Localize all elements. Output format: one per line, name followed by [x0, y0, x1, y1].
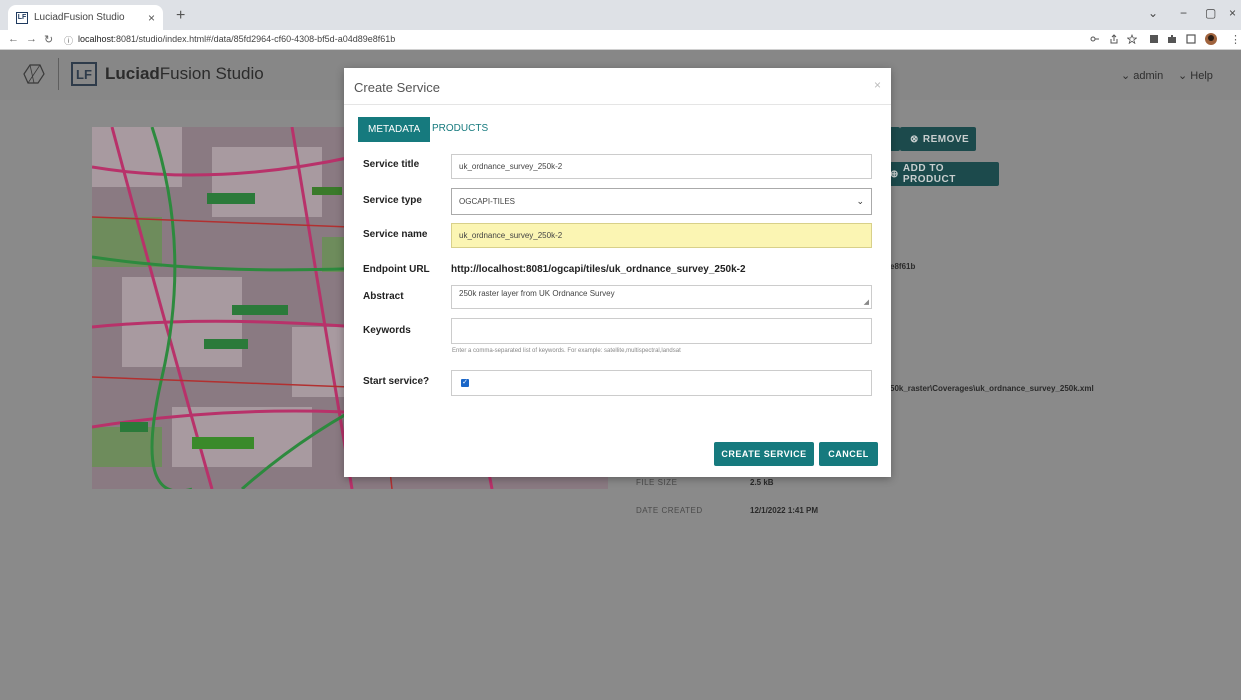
service-title-label: Service title	[363, 159, 420, 170]
tab-title: LuciadFusion Studio	[34, 12, 125, 23]
url-host: localhost	[78, 34, 114, 44]
sidebar-icon[interactable]	[1186, 34, 1196, 44]
service-name-label: Service name	[363, 229, 428, 240]
remove-label: REMOVE	[922, 133, 970, 145]
abstract-value: 250k raster layer from UK Ordnance Surve…	[459, 289, 615, 298]
id-fragment: e8f61b	[890, 262, 916, 271]
tab-close-icon[interactable]: ×	[148, 11, 155, 25]
app-title-rest: Fusion Studio	[159, 64, 264, 83]
endpoint-url-label: Endpoint URL	[363, 264, 430, 275]
file-size-value: 2.5 kB	[750, 478, 774, 487]
address-bar: ← → ↻ ⓘ localhost:8081/studio/index.html…	[0, 30, 1241, 50]
browser-menu-icon[interactable]: ⋮	[1230, 33, 1241, 46]
path-fragment: 50k_raster\Coverages\uk_ordnance_survey_…	[890, 384, 1094, 393]
url-field[interactable]: localhost:8081/studio/index.html#/data/8…	[78, 34, 395, 44]
browser-tab[interactable]: LF LuciadFusion Studio ×	[8, 5, 163, 30]
add-to-product-button: ⊕ ADD TO PRODUCT	[880, 162, 999, 186]
keywords-input[interactable]	[451, 318, 872, 344]
header-divider	[58, 58, 59, 90]
browser-tab-bar: LF LuciadFusion Studio × + ⌄ − ▢ ×	[0, 0, 1241, 30]
create-service-dialog: Create Service × METADATA PRODUCTS Servi…	[344, 68, 891, 477]
site-info-icon[interactable]: ⓘ	[64, 34, 73, 47]
admin-menu[interactable]: ⌄ admin	[1121, 69, 1163, 82]
endpoint-url-value: http://localhost:8081/ogcapi/tiles/uk_or…	[451, 264, 746, 275]
lf-logo: LF	[71, 62, 97, 86]
minimize-icon[interactable]: −	[1180, 6, 1187, 20]
tab-metadata[interactable]: METADATA	[358, 117, 431, 142]
add-icon: ⊕	[890, 168, 899, 180]
remove-button: ⊗ REMOVE	[900, 127, 976, 151]
service-title-value: uk_ordnance_survey_250k-2	[459, 162, 563, 171]
puzzle-icon[interactable]	[1167, 34, 1177, 44]
close-window-icon[interactable]: ×	[1229, 6, 1236, 20]
bookmark-star-icon[interactable]	[1127, 34, 1137, 44]
profile-avatar-icon[interactable]	[1205, 33, 1217, 45]
dialog-divider	[344, 104, 891, 105]
date-created-label: DATE CREATED	[636, 506, 703, 515]
service-title-input[interactable]: uk_ordnance_survey_250k-2	[451, 154, 872, 179]
keywords-label: Keywords	[363, 325, 411, 336]
service-name-value: uk_ordnance_survey_250k-2	[459, 231, 563, 240]
service-type-label: Service type	[363, 195, 422, 206]
chevron-down-icon: ⌄	[856, 196, 864, 206]
back-icon[interactable]: ←	[8, 33, 19, 45]
service-name-input[interactable]: uk_ordnance_survey_250k-2	[451, 223, 872, 248]
service-type-select[interactable]: OGCAPI-TILES ⌄	[451, 188, 872, 215]
keywords-hint: Enter a comma-separated list of keywords…	[452, 348, 681, 354]
add-to-product-label: ADD TO PRODUCT	[902, 163, 956, 185]
maximize-icon[interactable]: ▢	[1205, 6, 1216, 20]
forward-icon[interactable]: →	[26, 33, 37, 45]
service-type-value: OGCAPI-TILES	[459, 197, 516, 206]
tab-search-icon[interactable]: ⌄	[1148, 6, 1158, 20]
start-service-row: ✓	[451, 370, 872, 396]
remove-icon: ⊗	[910, 133, 919, 145]
url-path: :8081/studio/index.html#/data/85fd2964-c…	[113, 34, 396, 44]
key-icon[interactable]	[1090, 34, 1100, 44]
dialog-close-icon[interactable]: ×	[874, 78, 881, 92]
start-service-label: Start service?	[363, 376, 430, 387]
dialog-title: Create Service	[354, 80, 440, 95]
resize-handle-icon[interactable]: ◢	[864, 298, 869, 306]
date-created-value: 12/1/2022 1:41 PM	[750, 506, 819, 515]
reload-icon[interactable]: ↻	[44, 33, 53, 46]
file-size-label: FILE SIZE	[636, 478, 678, 487]
share-icon[interactable]	[1109, 34, 1119, 44]
tab-products[interactable]: PRODUCTS	[432, 123, 488, 134]
extension-icon[interactable]	[1149, 34, 1159, 44]
new-tab-icon[interactable]: +	[176, 7, 185, 25]
cancel-button[interactable]: CANCEL	[819, 442, 878, 466]
abstract-label: Abstract	[363, 291, 404, 302]
abstract-textarea[interactable]: 250k raster layer from UK Ordnance Surve…	[451, 285, 872, 309]
create-service-button[interactable]: CREATE SERVICE	[714, 442, 814, 466]
start-service-checkbox[interactable]: ✓	[461, 379, 469, 387]
luciad-logo-icon	[23, 64, 45, 84]
app-title-bold: Luciad	[105, 64, 160, 83]
app-title: LuciadFusion Studio	[105, 64, 264, 84]
help-menu[interactable]: ⌄ Help	[1178, 69, 1213, 82]
favicon-icon: LF	[16, 11, 28, 24]
